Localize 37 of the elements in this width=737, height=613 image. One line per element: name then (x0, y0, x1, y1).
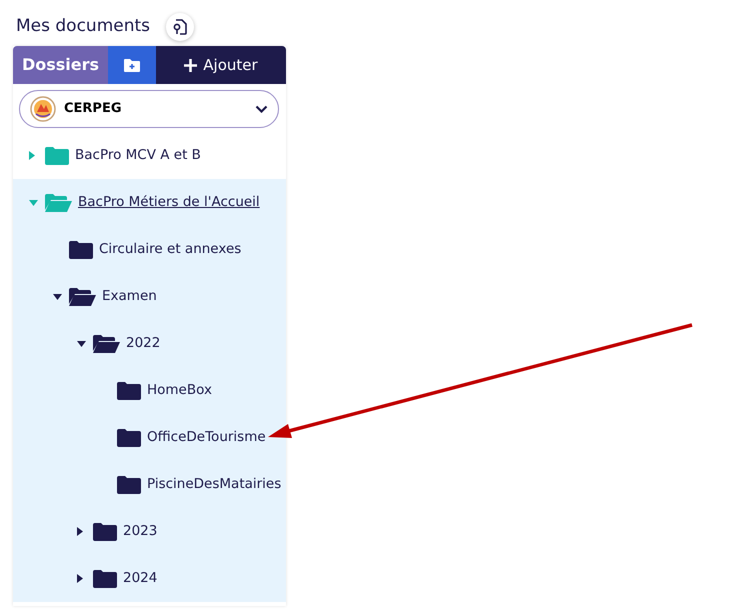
document-pin-button[interactable] (166, 12, 194, 40)
expand-toggle[interactable] (77, 527, 83, 536)
folder-item[interactable]: 2022 (126, 333, 160, 354)
plus-icon (184, 58, 198, 72)
folder-icon (93, 522, 117, 540)
document-pin-icon (173, 18, 188, 34)
open-folder-icon (45, 194, 72, 212)
expand-toggle[interactable] (53, 294, 62, 300)
open-folder-icon (93, 334, 120, 352)
folder-item[interactable]: Examen (102, 286, 157, 307)
organization-logo-icon (30, 96, 56, 122)
chevron-down-icon (255, 105, 268, 113)
folder-item[interactable]: PiscineDesMatairies (147, 474, 282, 495)
expand-toggle[interactable] (77, 574, 83, 583)
folder-item[interactable]: HomeBox (147, 380, 212, 401)
page-title: Mes documents (16, 14, 150, 38)
folder-icon (45, 146, 69, 164)
folder-icon (117, 476, 141, 494)
folders-tab[interactable]: Dossiers (13, 46, 108, 84)
folder-item[interactable]: Circulaire et annexes (99, 239, 242, 260)
folder-item[interactable]: BacPro MCV A et B (75, 145, 201, 166)
folder-icon (69, 240, 93, 258)
folder-item[interactable]: BacPro Métiers de l'Accueil (78, 192, 260, 213)
open-folder-icon (69, 288, 96, 306)
new-folder-button[interactable] (108, 46, 156, 84)
organization-select[interactable]: CERPEG (19, 90, 279, 128)
folder-item[interactable]: OfficeDeTourisme (147, 427, 266, 448)
folder-plus-icon (124, 58, 140, 72)
expand-toggle[interactable] (77, 340, 86, 346)
expand-toggle[interactable] (29, 200, 38, 206)
folder-icon (93, 570, 117, 588)
folder-icon (117, 382, 141, 400)
folder-item[interactable]: 2023 (123, 521, 158, 542)
folder-item[interactable]: 2024 (123, 568, 158, 589)
add-button[interactable]: Ajouter (156, 46, 286, 84)
expand-toggle[interactable] (29, 151, 35, 160)
folder-icon (117, 428, 141, 446)
